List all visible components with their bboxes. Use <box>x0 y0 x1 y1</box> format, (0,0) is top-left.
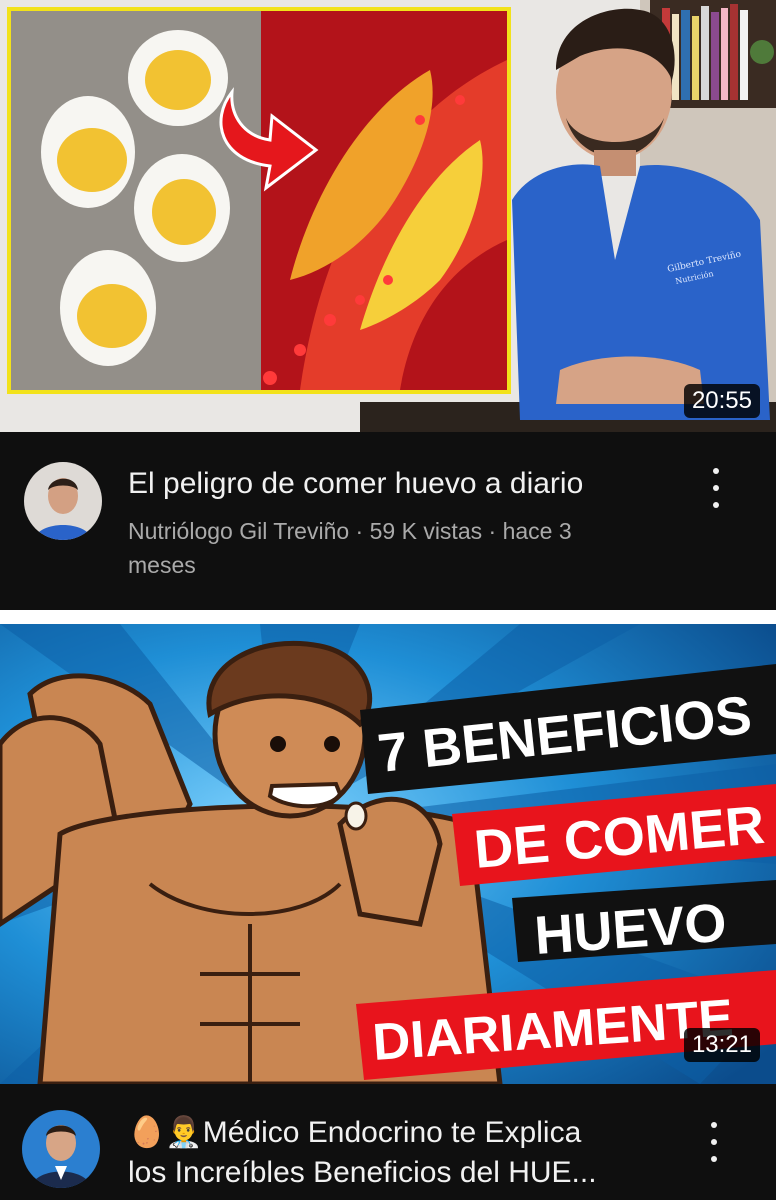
video-thumbnail[interactable]: Gilberto Treviño Nutrición 20:55 <box>0 0 776 432</box>
title-emoji: 🥚👨‍⚕️ <box>128 1115 203 1150</box>
video-title-cont[interactable]: los Increíbles Beneficios del HUE... <box>128 1154 686 1192</box>
more-vert-icon[interactable] <box>704 468 728 508</box>
video-meta: El peligro de comer huevo a diario Nutri… <box>0 432 776 610</box>
upload-age-unit: meses <box>128 552 196 578</box>
video-title[interactable]: El peligro de comer huevo a diario <box>128 465 686 503</box>
channel-name[interactable]: Nutriólogo Gil Treviño <box>128 518 349 544</box>
video-title-line1: Médico Endocrino te Explica <box>202 1116 582 1149</box>
duration-badge: 20:55 <box>683 384 760 418</box>
upload-age: hace 3 <box>502 518 572 544</box>
dot-separator: · <box>488 518 497 544</box>
video-title[interactable]: 🥚👨‍⚕️Médico Endocrino te Explica <box>128 1114 686 1152</box>
thumbnail-image: Gilberto Treviño Nutrición <box>0 0 776 432</box>
channel-avatar[interactable] <box>22 1110 100 1188</box>
video-meta: 🥚👨‍⚕️Médico Endocrino te Explica los Inc… <box>0 1084 776 1200</box>
channel-avatar[interactable] <box>24 462 102 540</box>
duration-badge: 13:21 <box>683 1028 760 1062</box>
more-vert-icon[interactable] <box>702 1122 726 1162</box>
feed-divider <box>0 610 776 624</box>
video-subtitle: Nutriólogo Gil Treviño · 59 K vistas · h… <box>128 514 656 582</box>
dot-separator: · <box>355 518 364 544</box>
thumbnail-image: 7 BENEFICIOS DE COMER HUEVO DIARIAMENTE <box>0 624 776 1084</box>
view-count: 59 K vistas <box>369 518 483 544</box>
video-thumbnail[interactable]: 7 BENEFICIOS DE COMER HUEVO DIARIAMENTE … <box>0 624 776 1084</box>
